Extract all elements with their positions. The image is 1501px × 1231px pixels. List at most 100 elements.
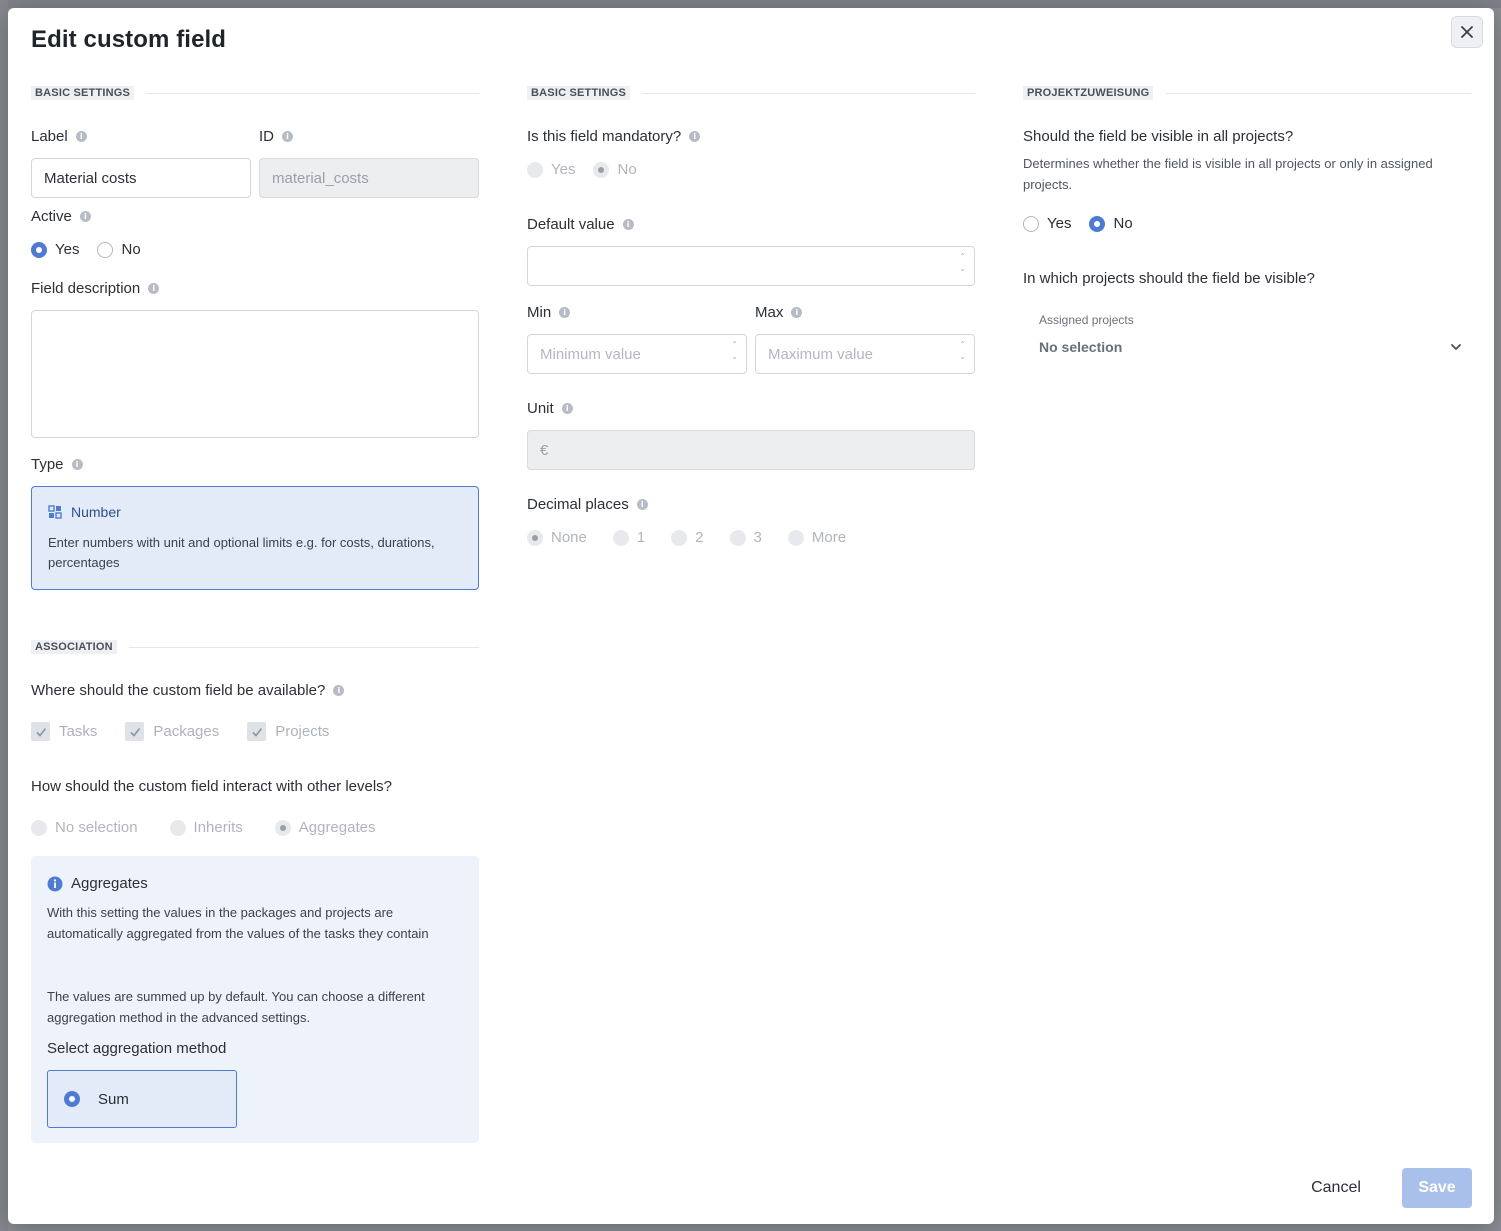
info-icon[interactable]: [689, 131, 701, 142]
chevron-down-icon: [1451, 344, 1461, 350]
decimal-places-radio-group: None 1 2 3 More: [527, 529, 864, 546]
type-card-number[interactable]: Number Enter numbers with unit and optio…: [31, 486, 479, 590]
visible-question-text: Should the field be visible in all proje…: [1023, 128, 1294, 145]
default-value-input[interactable]: ⌃ ⌄: [527, 246, 975, 286]
close-button[interactable]: [1451, 16, 1483, 48]
info-icon[interactable]: [148, 283, 160, 294]
number-stepper[interactable]: ⌃ ⌄: [959, 253, 966, 273]
unit-input-value: €: [540, 441, 549, 459]
info-icon[interactable]: [75, 131, 87, 142]
divider: [1165, 92, 1471, 94]
visible-all-projects-radio-group: Yes No: [1023, 215, 1151, 232]
radio-label: 1: [636, 529, 646, 546]
chevron-up-icon[interactable]: ⌃: [959, 341, 966, 349]
aggregates-panel-title: Aggregates: [71, 875, 148, 892]
radio-label: None: [551, 529, 587, 546]
info-icon[interactable]: [561, 403, 573, 414]
visible-all-projects-question: Should the field be visible in all proje…: [1023, 128, 1293, 145]
mandatory-label: Is this field mandatory?: [527, 128, 701, 145]
type-title: Type: [31, 456, 64, 473]
unit-input: €: [527, 430, 975, 470]
section-association: ASSOCIATION: [31, 640, 479, 654]
active-radio-group: Yes No: [31, 241, 159, 258]
cancel-button[interactable]: Cancel: [1288, 1168, 1384, 1208]
visible-yes-radio[interactable]: Yes: [1023, 215, 1071, 232]
aggregates-panel-header: Aggregates: [47, 875, 148, 892]
id-input-value: material_costs: [272, 169, 369, 187]
info-icon[interactable]: [282, 131, 293, 142]
radio-indicator: [64, 1091, 80, 1107]
background-app-sidebar: [0, 0, 8, 1231]
active-yes-radio[interactable]: Yes: [31, 241, 79, 258]
radio-label: Yes: [55, 241, 80, 258]
info-icon[interactable]: [559, 307, 571, 318]
chevron-up-icon[interactable]: ⌃: [959, 253, 966, 261]
chevron-down-icon[interactable]: ⌄: [959, 265, 966, 273]
info-icon[interactable]: [79, 211, 91, 222]
min-title: Min: [527, 304, 552, 321]
info-icon[interactable]: [333, 685, 345, 696]
min-input[interactable]: Minimum value ⌃ ⌄: [527, 334, 747, 374]
info-icon[interactable]: [636, 499, 648, 510]
info-icon[interactable]: [71, 459, 83, 470]
background-app-strip: [0, 0, 1501, 8]
radio-label: 3: [753, 529, 762, 546]
radio-indicator: [1023, 215, 1039, 232]
field-description-label: Field description: [31, 280, 160, 297]
radio-indicator: [31, 819, 47, 836]
radio-label: No: [121, 241, 141, 258]
section-project-assignment: PROJEKTZUWEISUNG: [1023, 86, 1471, 100]
divider: [642, 92, 975, 94]
availability-question: Where should the custom field be availab…: [31, 682, 345, 699]
checkbox-label: Projects: [275, 723, 330, 740]
assigned-projects-select[interactable]: No selection: [1039, 336, 1463, 358]
min-input-placeholder: Minimum value: [540, 345, 641, 363]
chevron-down-icon[interactable]: ⌄: [731, 353, 738, 361]
info-icon[interactable]: [622, 219, 634, 230]
info-icon[interactable]: [791, 307, 803, 318]
label-input[interactable]: Material costs: [31, 158, 251, 198]
radio-label: No: [617, 161, 637, 178]
interaction-no-selection-radio: No selection: [31, 819, 138, 836]
aggregates-panel-text: With this setting the values in the pack…: [47, 905, 429, 941]
chevron-up-icon[interactable]: ⌃: [731, 341, 738, 349]
check-icon: [125, 722, 145, 741]
id-field-label: ID: [259, 128, 293, 145]
field-description-textarea[interactable]: [31, 310, 479, 438]
checkbox-label: Packages: [153, 723, 220, 740]
id-input: material_costs: [259, 158, 479, 198]
active-no-radio[interactable]: No: [97, 241, 141, 258]
decimal-none-radio: None: [527, 529, 587, 546]
visible-no-radio[interactable]: No: [1089, 215, 1133, 232]
checkbox-tasks: Tasks: [31, 722, 97, 741]
availability-question-text: Where should the custom field be availab…: [31, 682, 326, 699]
close-icon: [1461, 26, 1473, 38]
radio-indicator: [527, 529, 543, 546]
decimal-more-radio: More: [787, 529, 846, 546]
radio-indicator: [31, 241, 47, 258]
section-basic-settings-left: BASIC SETTINGS: [31, 86, 479, 100]
unit-label: Unit: [527, 400, 573, 417]
which-projects-question: In which projects should the field be vi…: [1023, 270, 1315, 287]
check-icon: [31, 722, 50, 741]
type-label: Type: [31, 456, 83, 473]
mandatory-no-radio: No: [593, 161, 637, 178]
radio-indicator: [729, 529, 746, 546]
decimal-places-title: Decimal places: [527, 496, 629, 513]
mandatory-yes-radio: Yes: [527, 161, 575, 178]
number-stepper[interactable]: ⌃ ⌄: [959, 341, 966, 361]
default-value-title: Default value: [527, 216, 615, 233]
dialog-title: Edit custom field: [31, 26, 227, 53]
radio-label: No selection: [55, 819, 138, 836]
grid-icon: [48, 505, 62, 519]
number-stepper[interactable]: ⌃ ⌄: [731, 341, 738, 361]
save-button[interactable]: Save: [1402, 1168, 1472, 1208]
mandatory-radio-group: Yes No: [527, 161, 655, 178]
section-title: BASIC SETTINGS: [527, 86, 631, 100]
max-input[interactable]: Maximum value ⌃ ⌄: [755, 334, 975, 374]
checkbox-projects: Projects: [247, 722, 329, 741]
aggregation-sum-option[interactable]: Sum: [47, 1070, 237, 1128]
radio-label: Yes: [1047, 215, 1072, 232]
radio-indicator: [787, 529, 804, 546]
chevron-down-icon[interactable]: ⌄: [959, 353, 966, 361]
